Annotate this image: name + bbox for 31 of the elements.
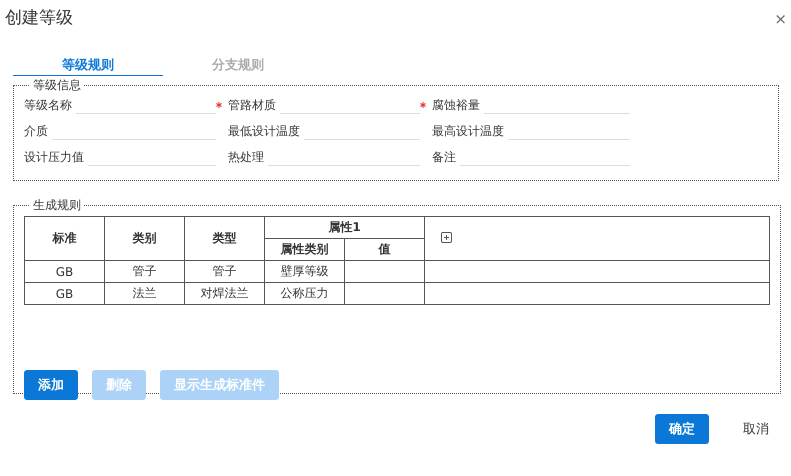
column-header: 属性1 xyxy=(264,216,424,238)
field-label: 介质 xyxy=(24,123,48,140)
table-cell: 管子 xyxy=(184,260,264,282)
field-label: 管路材质 xyxy=(228,97,276,114)
field-label: 备注 xyxy=(432,149,456,166)
field-label: 最低设计温度 xyxy=(228,123,300,140)
action-button[interactable]: 确定 xyxy=(655,414,709,444)
field-label: 设计压力值 xyxy=(24,149,84,166)
table-cell: GB xyxy=(24,260,104,282)
field-label: 最高设计温度 xyxy=(432,123,504,140)
table-cell: 对焊法兰 xyxy=(184,282,264,304)
table-cell: GB xyxy=(24,282,104,304)
dialog-title: 创建等级 xyxy=(5,7,73,29)
action-button[interactable]: 添加 xyxy=(24,370,78,400)
table-cell: 壁厚等级 xyxy=(264,260,344,282)
field-label: 热处理 xyxy=(228,149,264,166)
field-label: 等级名称 xyxy=(24,97,72,114)
column-header: 属性类别 xyxy=(264,238,344,260)
add-column-icon[interactable] xyxy=(441,232,452,242)
field-label: 腐蚀裕量 xyxy=(432,97,480,114)
column-header: 标准 xyxy=(24,216,104,260)
table-cell: 管子 xyxy=(104,260,184,282)
column-header: 类型 xyxy=(184,216,264,260)
column-header: 类别 xyxy=(104,216,184,260)
tab[interactable]: 分支规则 xyxy=(163,54,313,76)
table-cell: 法兰 xyxy=(104,282,184,304)
table-cell: 公称压力 xyxy=(264,282,344,304)
cancel-button[interactable]: 取消 xyxy=(729,414,783,444)
section-legend: 等级信息 xyxy=(30,77,84,94)
tab[interactable]: 等级规则 xyxy=(13,54,163,76)
section-legend: 生成规则 xyxy=(30,197,84,214)
